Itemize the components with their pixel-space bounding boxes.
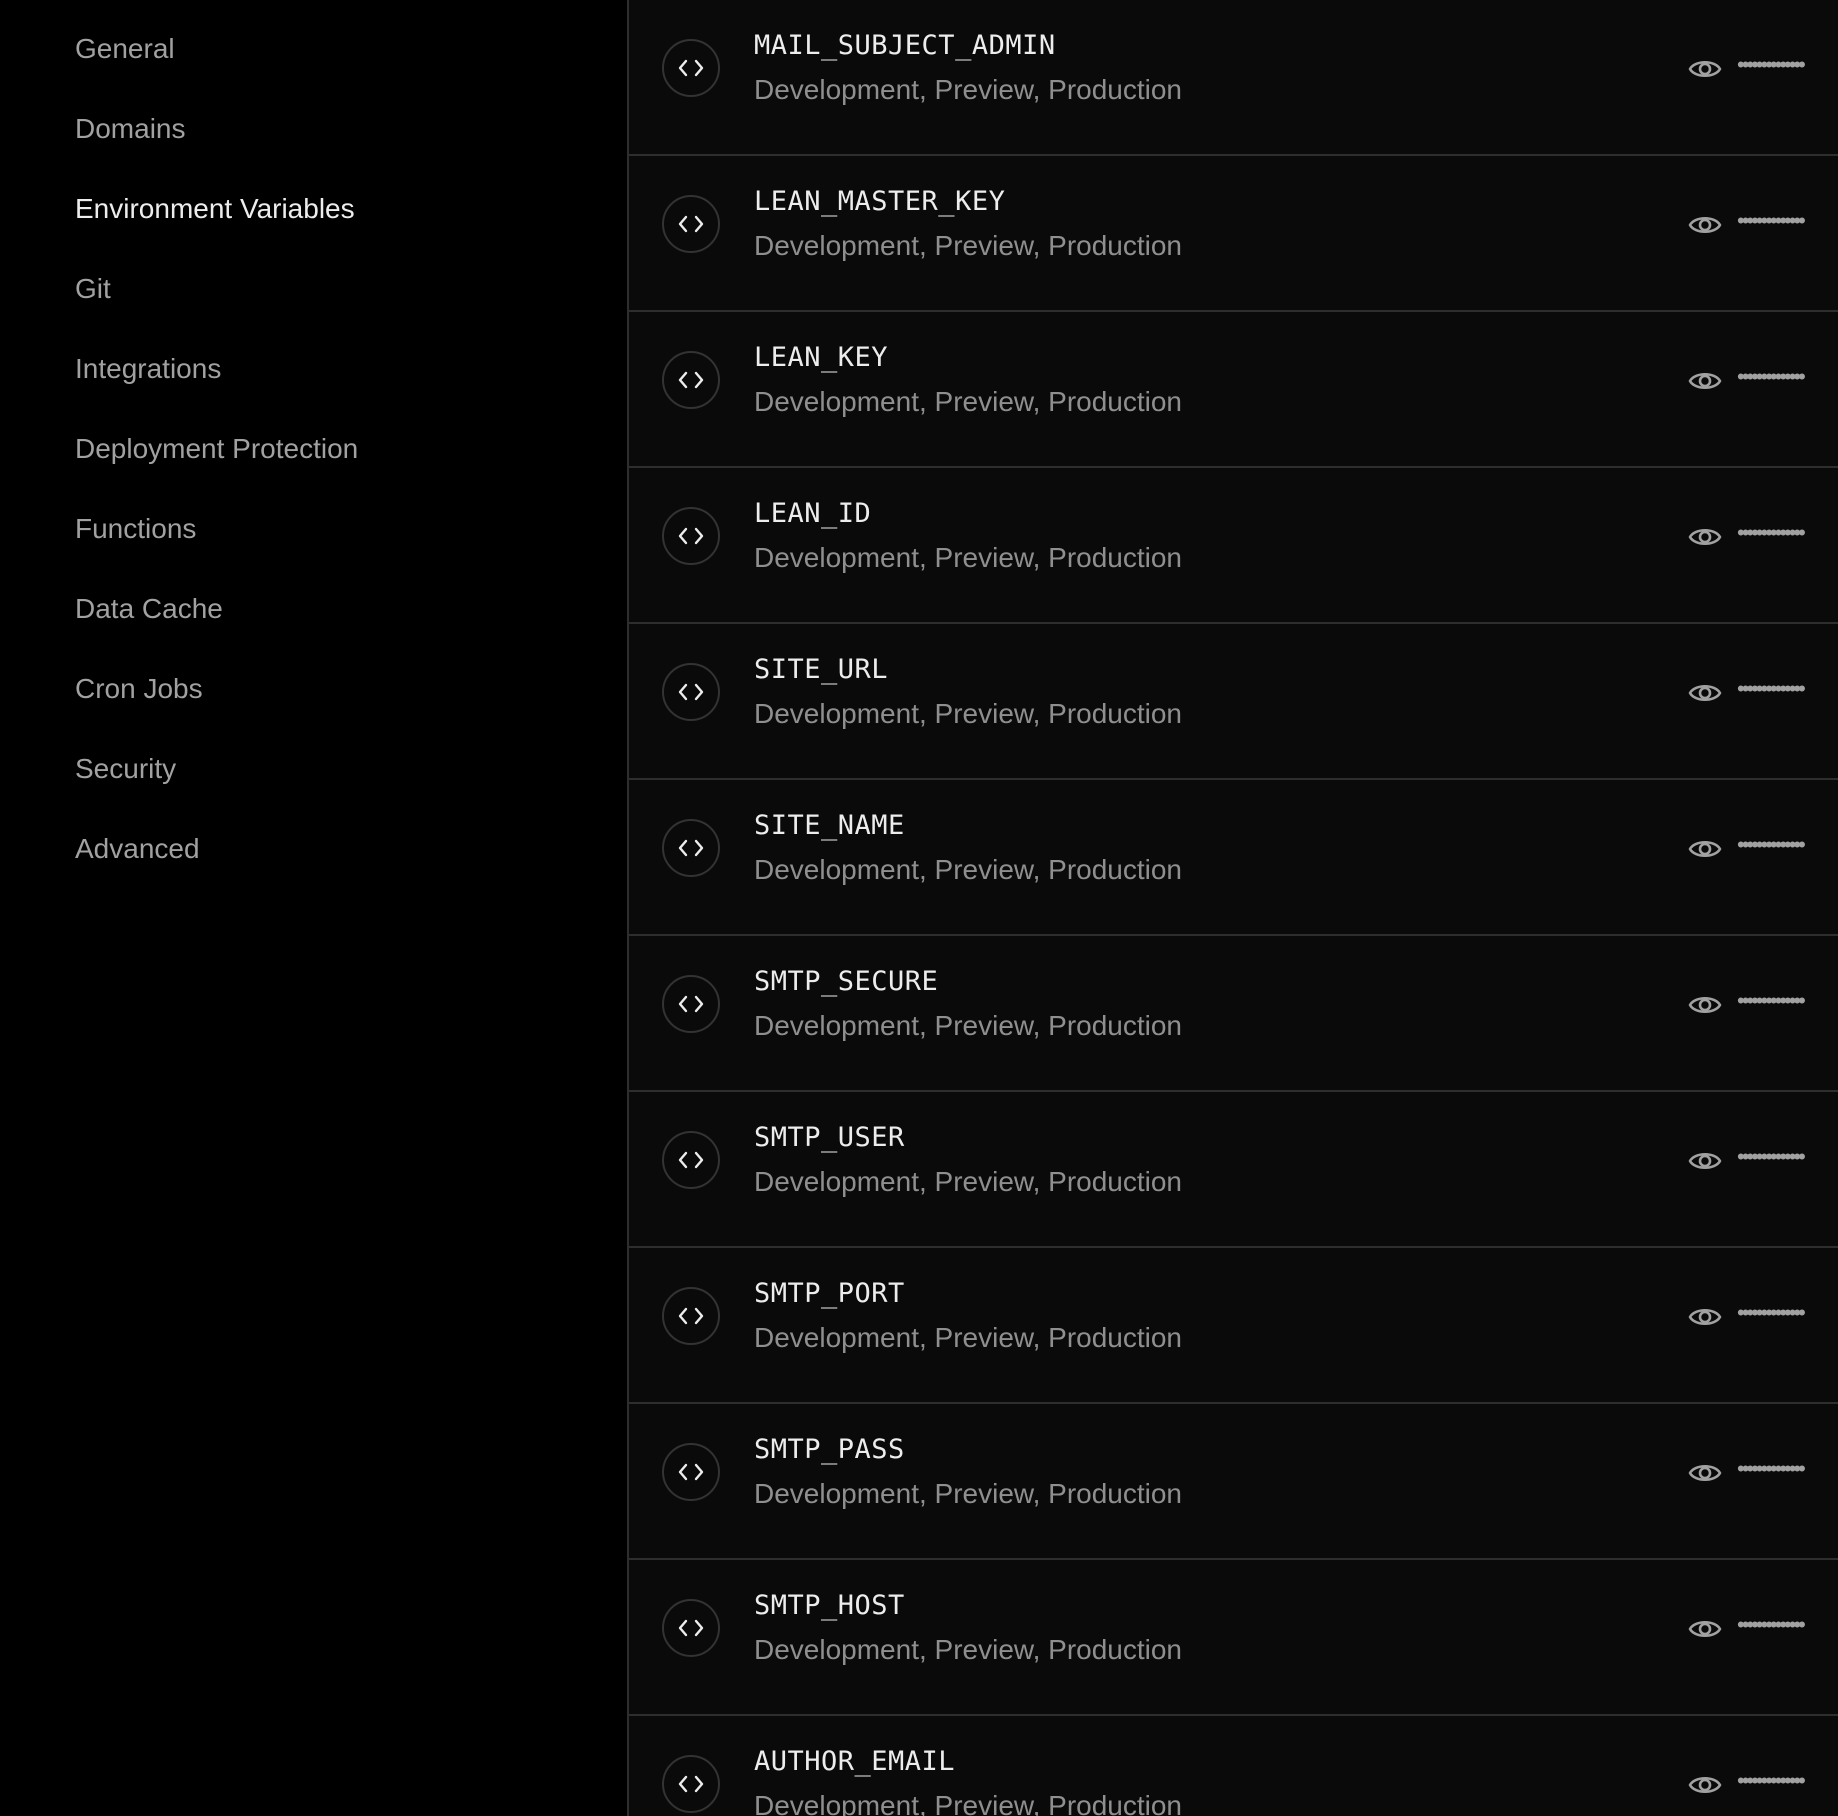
project-settings-page: General Domains Environment Variables Git In… [0, 0, 1838, 1816]
env-var-environments: Development, Preview, Production [754, 1166, 1182, 1197]
env-var-masked-value[interactable]: •••••••••••••• [1737, 52, 1806, 78]
code-icon [662, 1287, 720, 1345]
env-var-environments: Development, Preview, Production [754, 1790, 1182, 1816]
env-var-row[interactable]: SMTP_PORT Development, Preview, Producti… [629, 1248, 1838, 1404]
eye-icon[interactable] [1687, 366, 1723, 396]
sidebar-item-domains[interactable]: Domains [0, 94, 627, 174]
env-var-row[interactable]: SMTP_PASS Development, Preview, Producti… [629, 1404, 1838, 1560]
eye-icon[interactable] [1687, 990, 1723, 1020]
env-var-row[interactable]: SITE_NAME Development, Preview, Producti… [629, 780, 1838, 936]
env-var-masked-value[interactable]: •••••••••••••• [1737, 1612, 1806, 1638]
env-var-environments: Development, Preview, Production [754, 698, 1182, 729]
eye-icon[interactable] [1687, 522, 1723, 552]
env-var-environments: Development, Preview, Production [754, 1010, 1182, 1041]
eye-icon[interactable] [1687, 1770, 1723, 1800]
env-var-masked-value[interactable]: •••••••••••••• [1737, 364, 1806, 390]
sidebar-item-advanced[interactable]: Advanced [0, 814, 627, 894]
code-icon [662, 819, 720, 877]
code-icon [662, 195, 720, 253]
env-var-environments: Development, Preview, Production [754, 1478, 1182, 1509]
env-var-masked-value[interactable]: •••••••••••••• [1737, 1144, 1806, 1170]
env-var-row[interactable]: MAIL_SUBJECT_ADMIN Development, Preview,… [629, 0, 1838, 156]
env-var-name: SMTP_HOST [754, 1590, 905, 1621]
env-var-name: LEAN_ID [754, 498, 872, 529]
env-var-name: SMTP_SECURE [754, 966, 939, 997]
eye-icon[interactable] [1687, 1458, 1723, 1488]
env-var-masked-value[interactable]: •••••••••••••• [1737, 988, 1806, 1014]
env-var-environments: Development, Preview, Production [754, 1322, 1182, 1353]
eye-icon[interactable] [1687, 678, 1723, 708]
env-var-environments: Development, Preview, Production [754, 542, 1182, 573]
eye-icon[interactable] [1687, 1302, 1723, 1332]
env-var-environments: Development, Preview, Production [754, 74, 1182, 105]
env-var-name: MAIL_SUBJECT_ADMIN [754, 30, 1056, 61]
env-var-name: AUTHOR_EMAIL [754, 1746, 956, 1777]
sidebar-item-general[interactable]: General [0, 14, 627, 94]
sidebar-item-integrations[interactable]: Integrations [0, 334, 627, 414]
env-var-row[interactable]: SMTP_HOST Development, Preview, Producti… [629, 1560, 1838, 1716]
env-var-row[interactable]: SMTP_SECURE Development, Preview, Produc… [629, 936, 1838, 1092]
sidebar-item-environment-variables[interactable]: Environment Variables [0, 174, 627, 254]
env-var-row[interactable]: LEAN_MASTER_KEY Development, Preview, Pr… [629, 156, 1838, 312]
env-var-masked-value[interactable]: •••••••••••••• [1737, 1768, 1806, 1794]
env-var-environments: Development, Preview, Production [754, 230, 1182, 261]
env-var-list: MAIL_SUBJECT_ADMIN Development, Preview,… [627, 0, 1838, 1816]
env-var-environments: Development, Preview, Production [754, 1634, 1182, 1665]
sidebar-item-security[interactable]: Security [0, 734, 627, 814]
code-icon [662, 1443, 720, 1501]
env-var-row[interactable]: LEAN_KEY Development, Preview, Productio… [629, 312, 1838, 468]
env-var-row[interactable]: AUTHOR_EMAIL Development, Preview, Produ… [629, 1716, 1838, 1816]
code-icon [662, 507, 720, 565]
eye-icon[interactable] [1687, 1614, 1723, 1644]
env-var-row[interactable]: SMTP_USER Development, Preview, Producti… [629, 1092, 1838, 1248]
env-var-name: SITE_URL [754, 654, 889, 685]
eye-icon[interactable] [1687, 54, 1723, 84]
env-var-environments: Development, Preview, Production [754, 854, 1182, 885]
env-var-row[interactable]: SITE_URL Development, Preview, Productio… [629, 624, 1838, 780]
code-icon [662, 1599, 720, 1657]
code-icon [662, 663, 720, 721]
code-icon [662, 39, 720, 97]
env-var-name: SMTP_PORT [754, 1278, 905, 1309]
env-var-environments: Development, Preview, Production [754, 386, 1182, 417]
env-var-row[interactable]: LEAN_ID Development, Preview, Production… [629, 468, 1838, 624]
env-var-masked-value[interactable]: •••••••••••••• [1737, 520, 1806, 546]
eye-icon[interactable] [1687, 1146, 1723, 1176]
code-icon [662, 1755, 720, 1813]
env-var-masked-value[interactable]: •••••••••••••• [1737, 832, 1806, 858]
env-var-name: LEAN_MASTER_KEY [754, 186, 1006, 217]
code-icon [662, 351, 720, 409]
sidebar-item-cron-jobs[interactable]: Cron Jobs [0, 654, 627, 734]
env-var-masked-value[interactable]: •••••••••••••• [1737, 676, 1806, 702]
sidebar-item-deployment-protection[interactable]: Deployment Protection [0, 414, 627, 494]
sidebar-item-functions[interactable]: Functions [0, 494, 627, 574]
settings-sidebar: General Domains Environment Variables Git In… [0, 0, 627, 1816]
eye-icon[interactable] [1687, 834, 1723, 864]
env-var-name: LEAN_KEY [754, 342, 889, 373]
env-var-name: SITE_NAME [754, 810, 905, 841]
env-var-masked-value[interactable]: •••••••••••••• [1737, 208, 1806, 234]
env-var-name: SMTP_USER [754, 1122, 905, 1153]
sidebar-item-data-cache[interactable]: Data Cache [0, 574, 627, 654]
sidebar-item-git[interactable]: Git [0, 254, 627, 334]
code-icon [662, 1131, 720, 1189]
code-icon [662, 975, 720, 1033]
env-var-masked-value[interactable]: •••••••••••••• [1737, 1456, 1806, 1482]
env-var-name: SMTP_PASS [754, 1434, 905, 1465]
eye-icon[interactable] [1687, 210, 1723, 240]
env-var-masked-value[interactable]: •••••••••••••• [1737, 1300, 1806, 1326]
